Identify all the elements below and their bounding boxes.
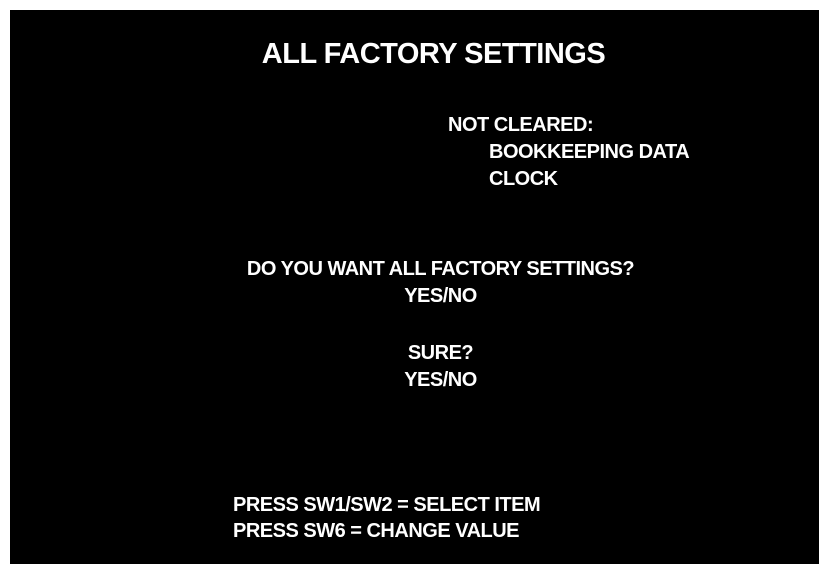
- not-cleared-item-clock: CLOCK: [489, 168, 558, 190]
- not-cleared-heading: NOT CLEARED:: [448, 114, 594, 136]
- factory-settings-screen: ALL FACTORY SETTINGS NOT CLEARED: BOOKKE…: [10, 10, 819, 564]
- question-yes-no-option[interactable]: YES/NO: [36, 283, 825, 310]
- confirm-yes-no-option[interactable]: YES/NO: [36, 367, 825, 394]
- not-cleared-section: NOT CLEARED: BOOKKEEPING DATA CLOCK: [448, 112, 690, 193]
- instruction-select-item: PRESS SW1/SW2 = SELECT ITEM: [233, 494, 541, 516]
- instructions: PRESS SW1/SW2 = SELECT ITEM PRESS SW6 = …: [233, 492, 541, 544]
- screen-title: ALL FACTORY SETTINGS: [261, 38, 606, 70]
- factory-settings-question: DO YOU WANT ALL FACTORY SETTINGS? YES/NO: [36, 256, 825, 310]
- not-cleared-item-bookkeeping: BOOKKEEPING DATA: [489, 141, 690, 163]
- question-prompt: DO YOU WANT ALL FACTORY SETTINGS?: [246, 258, 635, 280]
- confirm-prompt: SURE?: [407, 342, 474, 364]
- instruction-change-value: PRESS SW6 = CHANGE VALUE: [233, 520, 520, 542]
- confirm-question: SURE? YES/NO: [36, 340, 825, 394]
